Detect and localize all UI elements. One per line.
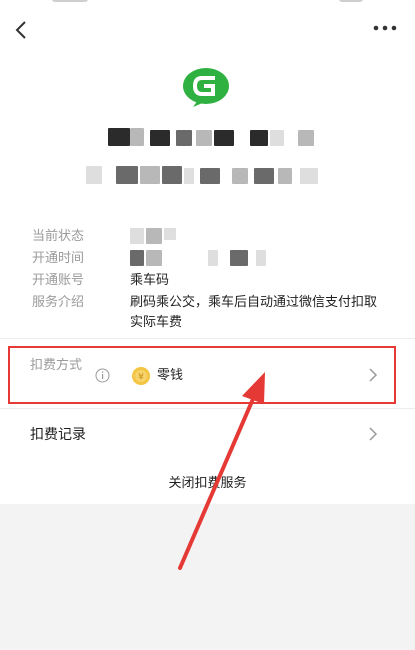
intro-row: 服务介绍 刷码乘公交，乘车后自动通过微信支付扣取实际车费	[32, 292, 392, 336]
intro-value: 刷码乘公交，乘车后自动通过微信支付扣取实际车费	[130, 295, 378, 330]
annotation-arrow-icon	[178, 372, 265, 570]
status-label: 当前状态	[32, 229, 85, 244]
chevron-right-icon	[369, 427, 378, 441]
deduction-records-label: 扣费记录	[30, 427, 86, 443]
account-value: 乘车码	[130, 273, 170, 288]
intro-label: 服务介绍	[32, 295, 85, 310]
status-bar-fragment	[52, 0, 88, 2]
service-info: 当前状态 开通时间 开通账号 乘车码 服务介绍 刷码乘公交，乘车后自动通过微信支…	[32, 226, 392, 336]
account-row: 开通账号 乘车码	[32, 270, 392, 292]
more-dots-icon[interactable]	[371, 20, 399, 36]
open-time-label: 开通时间	[32, 251, 85, 266]
chevron-left-icon[interactable]	[10, 18, 34, 42]
top-bar	[0, 0, 415, 56]
green-g-logo	[183, 68, 229, 107]
divider	[0, 338, 415, 339]
account-label: 开通账号	[32, 273, 85, 288]
status-bar-fragment	[339, 0, 363, 2]
status-row: 当前状态	[32, 226, 392, 248]
